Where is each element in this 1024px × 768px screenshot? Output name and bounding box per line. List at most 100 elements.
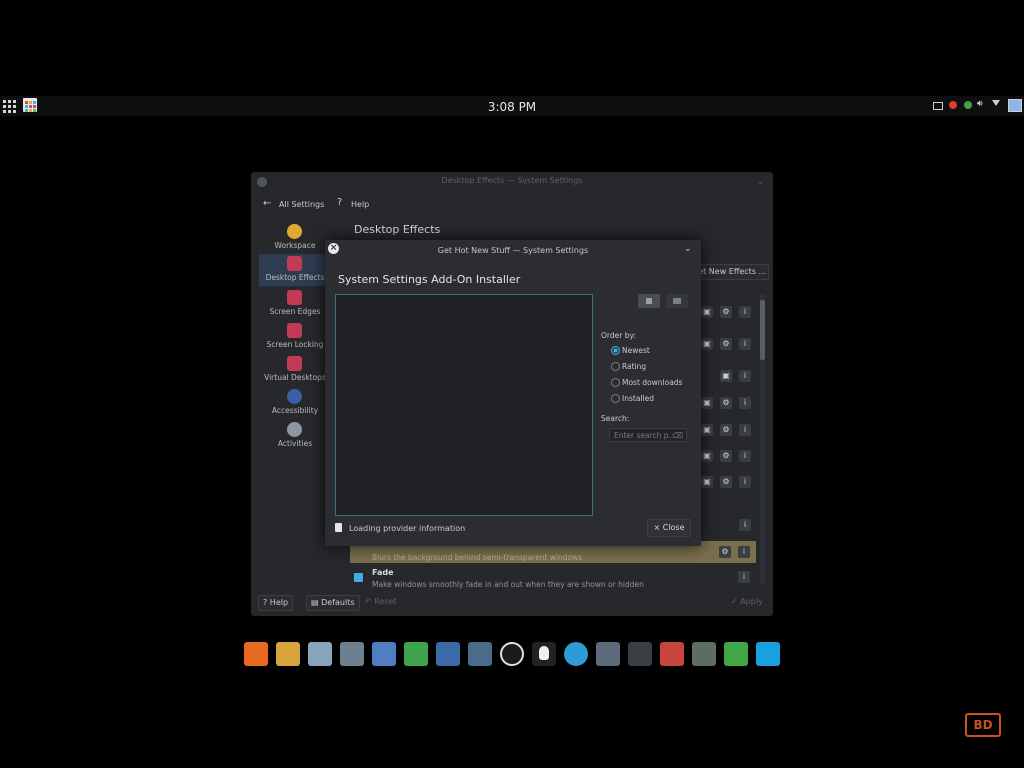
video-icon[interactable]: ▣ (701, 450, 713, 462)
order-rating-label[interactable]: Rating (622, 362, 646, 371)
panel-clock[interactable]: 3:08 PM (0, 100, 1024, 114)
configure-icon[interactable]: ⚙ (720, 424, 732, 436)
terminal-icon[interactable] (628, 642, 652, 666)
search-label: Search: (601, 414, 630, 423)
settings-gear-icon[interactable] (372, 642, 396, 666)
info-icon[interactable]: i (738, 546, 750, 558)
show-desktop-icon[interactable] (1008, 99, 1022, 112)
order-newest-label[interactable]: Newest (622, 346, 650, 355)
apply-check-icon: ✓ (731, 597, 741, 606)
sidebar-item-workspace[interactable]: Workspace (259, 222, 331, 254)
back-arrow-icon[interactable]: ← (263, 198, 271, 209)
sidebar-item-screen-locking[interactable]: Screen Locking (259, 321, 331, 353)
sidebar-item-accessibility[interactable]: Accessibility (259, 387, 331, 419)
order-rating-radio[interactable] (611, 362, 620, 371)
info-icon[interactable]: i (738, 571, 750, 583)
order-newest-radio[interactable] (611, 346, 620, 355)
order-most-downloads-label[interactable]: Most downloads (622, 378, 682, 387)
video-icon[interactable]: ▣ (701, 306, 713, 318)
addon-list-area[interactable] (335, 294, 593, 516)
system-settings-icon[interactable] (660, 642, 684, 666)
list-view-button[interactable] (638, 294, 660, 308)
info-icon[interactable]: i (739, 476, 751, 488)
status-icon[interactable] (964, 101, 972, 109)
effect-description: Make windows smoothly fade in and out wh… (372, 580, 644, 589)
info-icon[interactable]: i (739, 370, 751, 382)
desktop-effects-icon (287, 256, 302, 271)
help-button-label: Help (269, 598, 289, 607)
reset-button[interactable]: ↶ Reset (365, 597, 397, 606)
grid-view-button[interactable] (666, 294, 688, 308)
close-button-label: Close (662, 523, 685, 532)
defaults-button[interactable]: ▤ Defaults (306, 595, 360, 611)
file-manager-icon[interactable] (308, 642, 332, 666)
dialog-menu-chevron-icon[interactable]: ⌄ (684, 244, 692, 254)
obs-icon[interactable] (500, 642, 524, 666)
apply-button[interactable]: ✓ Apply (731, 597, 763, 606)
video-icon[interactable]: ▣ (701, 338, 713, 350)
mail-icon[interactable] (933, 102, 943, 110)
clear-search-icon[interactable]: ⌫ (672, 429, 683, 443)
window-menu-chevron-icon[interactable]: ⌄ (757, 177, 764, 186)
video-editor-icon[interactable] (436, 642, 460, 666)
video-icon[interactable]: ▣ (701, 397, 713, 409)
volume-icon[interactable]: 🔊︎ (977, 99, 983, 109)
info-icon[interactable]: i (739, 306, 751, 318)
fade-checkbox[interactable] (354, 573, 363, 582)
sidebar-item-activities[interactable]: Activities (259, 420, 331, 452)
effects-scrollbar-thumb[interactable] (760, 300, 765, 360)
order-installed-radio[interactable] (611, 394, 620, 403)
sidebar-item-virtual-desktops[interactable]: Virtual Desktops (259, 354, 331, 386)
workspace-icon (287, 224, 302, 239)
defaults-button-label: Defaults (321, 598, 355, 607)
order-by-label: Order by: (601, 331, 636, 340)
record-icon[interactable] (949, 101, 957, 109)
configure-icon[interactable]: ⚙ (719, 546, 731, 558)
tux-body-icon (539, 646, 549, 660)
configure-icon[interactable]: ⚙ (720, 450, 732, 462)
info-icon[interactable]: i (739, 450, 751, 462)
spotify-icon[interactable] (404, 642, 428, 666)
video-icon[interactable]: ▣ (720, 370, 732, 382)
sync-icon[interactable] (724, 642, 748, 666)
configure-icon[interactable]: ⚙ (720, 306, 732, 318)
sidebar-item-label: Workspace (274, 241, 316, 250)
chrome-icon[interactable] (276, 642, 300, 666)
help-question-icon[interactable]: ? (337, 197, 342, 208)
order-installed-label[interactable]: Installed (622, 394, 654, 403)
close-button[interactable]: × Close (647, 519, 691, 537)
help-link[interactable]: Help (351, 200, 369, 209)
calculator-icon[interactable] (596, 642, 620, 666)
screen-edges-icon (287, 290, 302, 305)
sidebar-item-desktop-effects[interactable]: Desktop Effects (259, 254, 331, 286)
sidebar-item-screen-edges[interactable]: Screen Edges (259, 288, 331, 320)
video-icon[interactable]: ▣ (701, 424, 713, 436)
linux-tux-icon[interactable] (532, 642, 556, 666)
sidebar-item-label: Accessibility (271, 406, 319, 415)
info-icon[interactable]: i (739, 397, 751, 409)
configure-icon[interactable]: ⚙ (720, 338, 732, 350)
dialog-title: Get Hot New Stuff — System Settings (437, 246, 589, 255)
music-player-icon[interactable] (468, 642, 492, 666)
configure-icon[interactable]: ⚙ (720, 397, 732, 409)
video-icon[interactable]: ▣ (701, 476, 713, 488)
info-icon[interactable]: i (739, 338, 751, 350)
all-settings-link[interactable]: All Settings (279, 200, 324, 209)
list-view-icon (646, 298, 652, 304)
activities-icon (287, 422, 302, 437)
order-most-downloads-radio[interactable] (611, 378, 620, 387)
firefox-icon[interactable] (244, 642, 268, 666)
info-icon[interactable]: i (739, 519, 751, 531)
windows-icon[interactable] (756, 642, 780, 666)
effect-row-fade[interactable]: Fade Make windows smoothly fade in and o… (350, 566, 756, 590)
window-app-icon[interactable] (340, 642, 364, 666)
system-monitor-icon[interactable] (692, 642, 716, 666)
info-icon[interactable]: i (739, 424, 751, 436)
reset-icon: ↶ (365, 597, 375, 606)
help-button[interactable]: ? Help (258, 595, 294, 611)
simplenote-icon[interactable] (564, 642, 588, 666)
search-input[interactable]: Enter search p... ⌫ (609, 428, 687, 442)
help-question-icon: ? (263, 598, 270, 607)
configure-icon[interactable]: ⚙ (720, 476, 732, 488)
tray-expand-icon[interactable] (992, 100, 1000, 106)
